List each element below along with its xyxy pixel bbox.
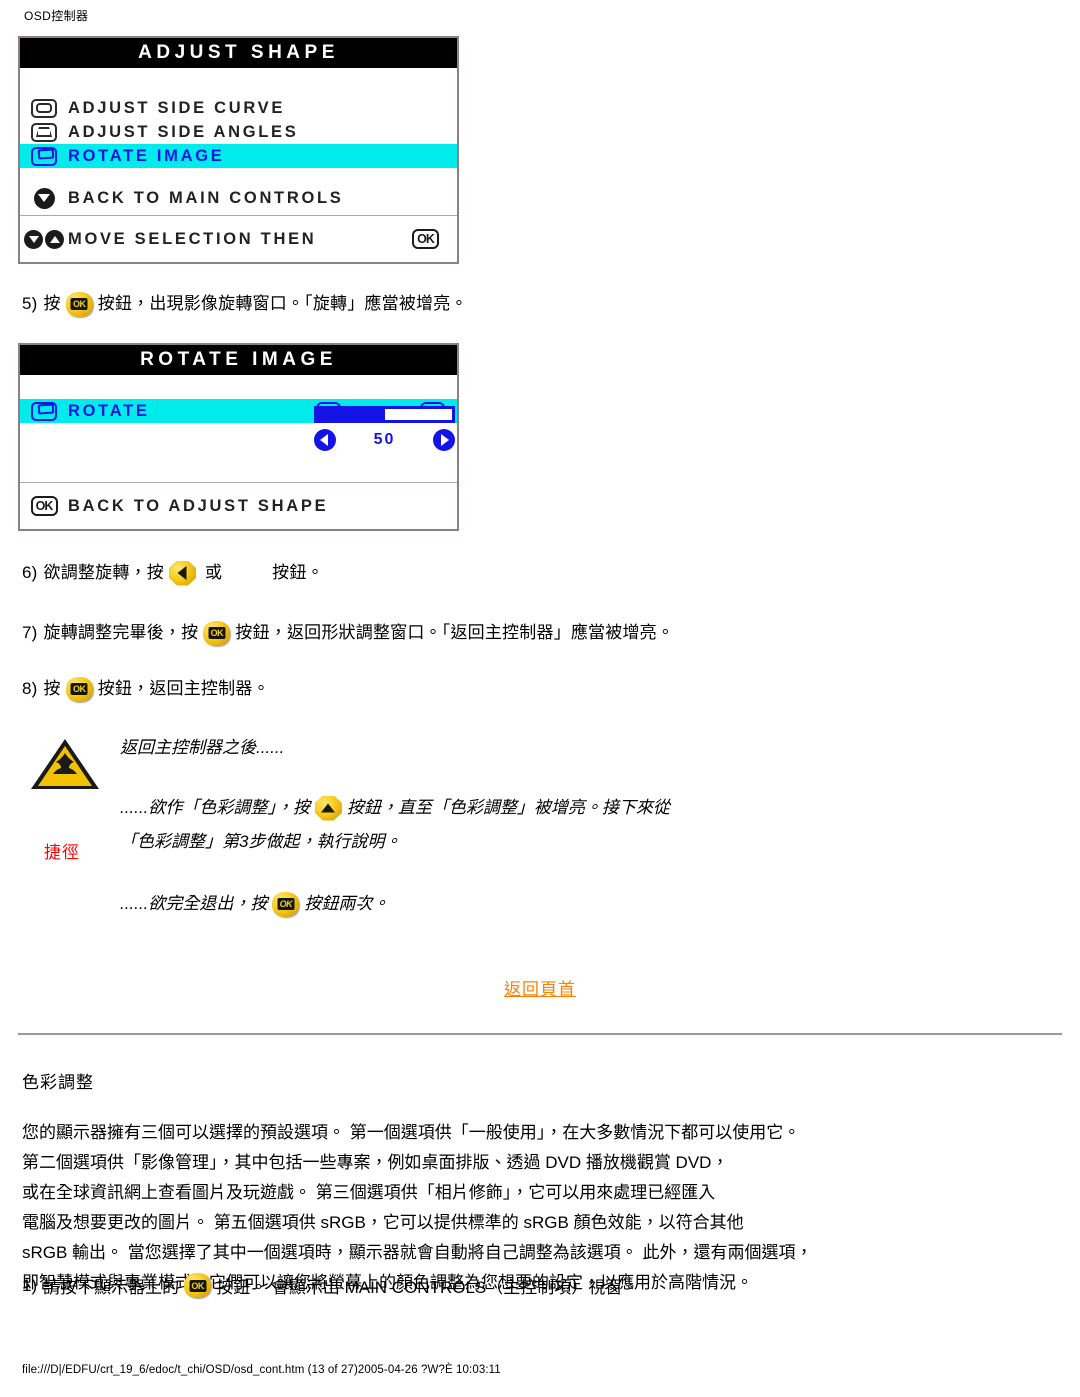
monitor-curve-icon	[20, 98, 68, 118]
osd-footer-label: BACK TO ADJUST SHAPE	[68, 496, 329, 515]
ok-button-icon: OK	[30, 496, 58, 516]
shortcut-label: 捷徑	[44, 843, 80, 862]
up-arrow-button-icon	[314, 795, 342, 821]
document-header-title: OSD控制器	[24, 9, 89, 23]
osd-panel-body: ROTATE 50	[20, 375, 457, 491]
step-text-before: 請按下顯示器上的	[43, 1278, 180, 1297]
slider-decrease-icon[interactable]	[314, 429, 336, 451]
ok-button-icon: OK	[412, 229, 439, 249]
osd-panel-footer: MOVE SELECTION THEN OK	[20, 215, 457, 262]
arrow-down-up-circle-icons	[20, 229, 68, 249]
osd-footer-label: MOVE SELECTION THEN	[68, 229, 317, 248]
step-text-before: 旋轉調整完畢後，按	[43, 623, 199, 642]
step-number: 6)	[22, 563, 38, 582]
tip-line-2-before: ......欲作「色彩調整」，按	[120, 798, 310, 817]
section-title-color-adjustment: 色彩調整	[22, 1073, 94, 1092]
step-text-after: 按鈕。	[272, 563, 324, 582]
osd-panel-body: ADJUST SIDE CURVE ADJUST SIDE ANGLES ROT…	[20, 68, 457, 236]
back-to-top-link[interactable]: 返回頁首	[504, 980, 576, 999]
monitor-angles-icon	[20, 122, 68, 142]
osd-panel-footer: OK BACK TO ADJUST SHAPE	[20, 482, 457, 529]
tip-spacer	[120, 765, 800, 791]
step-text-before: 欲調整旋轉，按	[43, 563, 164, 582]
osd-panel-title: ADJUST SHAPE	[20, 38, 457, 68]
tip-line-4: ......欲完全退出，按 OK 按鈕兩次。	[120, 887, 800, 921]
osd-menu-item-label: ADJUST SIDE ANGLES	[68, 122, 299, 141]
osd-menu-button-icon: OK	[272, 891, 300, 917]
instruction-step-5: 5) 按 OK 按鈕，出現影像旋轉窗口。「旋轉」應當被增亮。	[22, 291, 468, 317]
rotate-slider-track[interactable]	[314, 406, 455, 423]
section-paragraph: 您的顯示器擁有三個可以選擇的預設選項。 第一個選項供「一般使用」，在大多數情況下…	[22, 1118, 1022, 1298]
slider-increase-icon[interactable]	[432, 429, 455, 451]
osd-menu-button-icon: OK	[65, 291, 93, 317]
osd-footer-row: MOVE SELECTION THEN OK	[20, 227, 457, 251]
osd-menu-button-icon: OK	[65, 676, 93, 702]
tip-line-2-after: 按鈕，直至「色彩調整」被增亮。接下來從	[346, 798, 670, 817]
rotate-slider-controls: 50	[314, 427, 455, 453]
step-number: 5)	[22, 294, 38, 313]
footer-file-path: file:///D|/EDFU/crt_19_6/edoc/t_chi/OSD/…	[22, 1364, 501, 1376]
ok-button-icon-wrap: OK	[20, 496, 68, 516]
left-arrow-button-icon	[168, 560, 196, 586]
tip-line-4-after: 按鈕兩次。	[304, 894, 390, 913]
instruction-step-1: 1) 請按下顯示器上的 OK 按鈕。 會顯示出 MAIN CONTROLS（主控…	[22, 1273, 639, 1298]
osd-panel-rotate-image: ROTATE IMAGE ROTATE 50 OK BACK TO ADJUST…	[18, 343, 459, 531]
osd-panel-title: ROTATE IMAGE	[20, 345, 457, 375]
instruction-step-8: 8) 按 OK 按鈕，返回主控制器。	[22, 676, 270, 702]
rotate-slider-value: 50	[373, 431, 396, 448]
paragraph-line: 第二個選項供「影像管理」，其中包括一些專案，例如桌面排版、透過 DVD 播放機觀…	[22, 1153, 729, 1172]
instruction-step-7: 7) 旋轉調整完畢後，按 OK 按鈕，返回形狀調整窗口。「返回主控制器」應當被增…	[22, 620, 674, 646]
osd-panel-adjust-shape: ADJUST SHAPE ADJUST SIDE CURVE ADJUST SI…	[18, 36, 459, 264]
monitor-rotate-icon	[20, 146, 68, 166]
instruction-step-6: 6) 欲調整旋轉，按 或 按鈕。	[22, 560, 324, 586]
step-text-after: 按鈕，返回形狀調整窗口。「返回主控制器」應當被增亮。	[235, 623, 675, 642]
osd-menu-item-label: ROTATE	[68, 401, 150, 420]
tip-line-1: 返回主控制器之後......	[120, 738, 285, 757]
osd-menu-item-label: ROTATE IMAGE	[68, 146, 225, 165]
paragraph-line: sRGB 輸出。 當您選擇了其中一個選項時，顯示器就會自動將自己調整為該選項。 …	[22, 1243, 813, 1262]
osd-menu-item-back-to-main-controls[interactable]: BACK TO MAIN CONTROLS	[20, 186, 457, 210]
osd-footer-row[interactable]: OK BACK TO ADJUST SHAPE	[20, 494, 457, 518]
shortcut-text: 返回主控制器之後...... ......欲作「色彩調整」，按 按鈕，直至「色彩…	[120, 731, 800, 921]
horizontal-divider	[18, 1033, 1062, 1035]
step-text-before: 按	[43, 294, 61, 313]
step-number: 7)	[22, 623, 38, 642]
warning-triangle-icon	[28, 735, 102, 793]
osd-menu-item-adjust-side-curve[interactable]: ADJUST SIDE CURVE	[20, 96, 457, 120]
back-to-top-container: 返回頁首	[0, 975, 1080, 1000]
tip-spacer	[120, 859, 800, 887]
paragraph-line: 您的顯示器擁有三個可以選擇的預設選項。 第一個選項供「一般使用」，在大多數情況下…	[22, 1123, 801, 1142]
osd-menu-item-label: ADJUST SIDE CURVE	[68, 98, 286, 117]
step-number: 1)	[22, 1275, 38, 1295]
osd-menu-item-adjust-side-angles[interactable]: ADJUST SIDE ANGLES	[20, 120, 457, 144]
document-page: OSD控制器 ADJUST SHAPE ADJUST SIDE CURVE AD…	[0, 0, 1080, 1397]
missing-image-placeholder	[226, 564, 272, 582]
osd-menu-button-icon: OK	[184, 1273, 212, 1298]
paragraph-line: 或在全球資訊網上查看圖片及玩遊戲。 第三個選項供「相片修飾」，它可以用來處理已經…	[22, 1183, 716, 1202]
step-text-before: 按	[43, 679, 61, 698]
monitor-rotate-icon	[20, 401, 68, 421]
arrow-down-circle-icon	[20, 187, 68, 209]
tip-line-4-before: ......欲完全退出，按	[120, 894, 268, 913]
step-text-after: 按鈕。 會顯示出 MAIN CONTROLS（主控制項）視窗。	[216, 1278, 640, 1297]
rotate-slider-fill	[317, 409, 385, 420]
osd-menu-item-label: BACK TO MAIN CONTROLS	[68, 188, 344, 207]
step-number: 8)	[22, 679, 38, 698]
step-text-after: 按鈕，返回主控制器。	[97, 679, 270, 698]
paragraph-line: 電腦及想要更改的圖片。 第五個選項供 sRGB，它可以提供標準的 sRGB 顏色…	[22, 1213, 744, 1232]
tip-line-2: ......欲作「色彩調整」，按 按鈕，直至「色彩調整」被增亮。接下來從	[120, 791, 800, 825]
osd-menu-button-icon: OK	[203, 620, 231, 646]
step-text-middle: 或	[204, 563, 223, 582]
osd-menu-item-rotate-image[interactable]: ROTATE IMAGE	[20, 144, 457, 168]
step-text-after: 按鈕，出現影像旋轉窗口。「旋轉」應當被增亮。	[97, 294, 468, 313]
tip-line-3: 「色彩調整」第3步做起，執行說明。	[120, 832, 402, 851]
